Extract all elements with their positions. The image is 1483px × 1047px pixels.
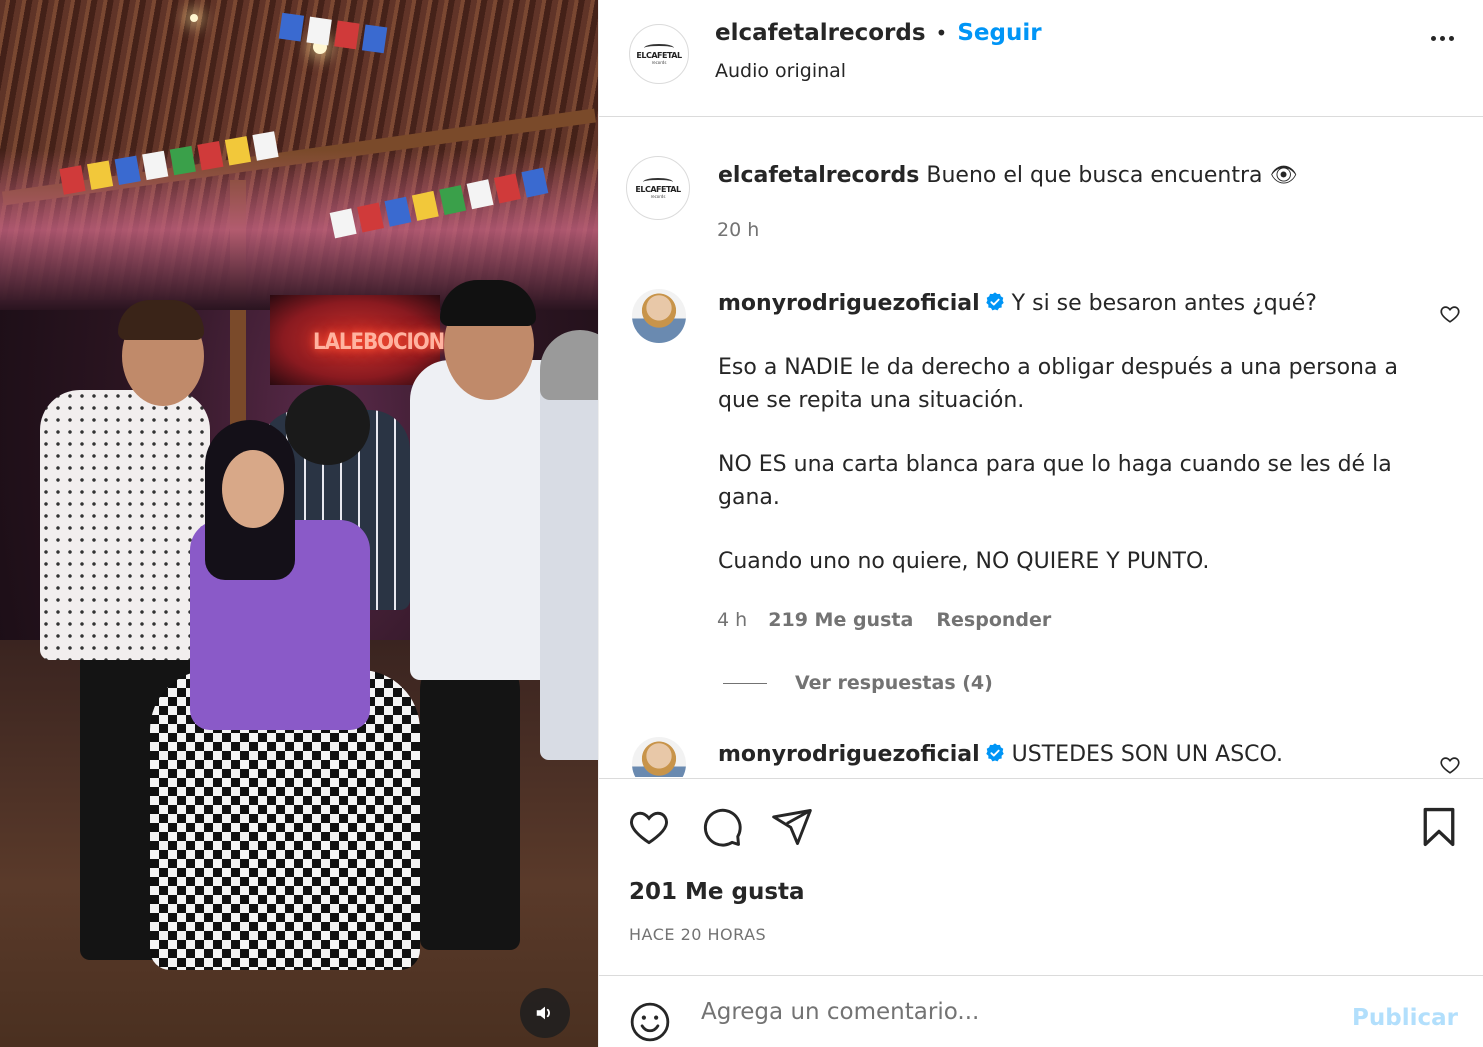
post-timestamp[interactable]: HACE 20 HORAS xyxy=(629,925,766,944)
comment: monyrodriguezoficial Y si se besaron ante… xyxy=(718,287,1408,578)
more-options-button[interactable] xyxy=(1431,36,1454,41)
post-header: ELCAFETAL records elcafetalrecords • Segui… xyxy=(599,0,1483,117)
post-details-panel: ELCAFETAL records elcafetalrecords • Segui… xyxy=(598,0,1483,1047)
more-dot-icon xyxy=(1440,36,1445,41)
comment-bubble-icon[interactable] xyxy=(700,805,744,849)
caption-time[interactable]: 20 h xyxy=(717,219,759,241)
logo-subtext: records xyxy=(651,59,667,65)
commenter-avatar[interactable] xyxy=(632,737,686,777)
logo-subtext: records xyxy=(650,193,666,199)
view-replies-button[interactable]: Ver respuestas (4) xyxy=(723,672,993,694)
share-send-icon[interactable] xyxy=(770,805,814,849)
comment-username[interactable]: monyrodriguezoficial xyxy=(718,291,980,316)
logo-text: ELCAFETAL xyxy=(635,184,681,194)
caption-text: Bueno el que busca encuentra 👁 xyxy=(926,163,1298,188)
username-link[interactable]: elcafetalrecords xyxy=(715,20,926,46)
commenter-avatar[interactable] xyxy=(632,289,686,343)
separator-dot: • xyxy=(935,21,948,45)
comment-first-line: Y si se besaron antes ¿qué? xyxy=(1011,291,1317,316)
save-bookmark-icon[interactable] xyxy=(1417,805,1461,849)
more-dot-icon xyxy=(1431,36,1436,41)
person-shirt xyxy=(40,390,210,660)
speaker-icon xyxy=(536,1006,550,1020)
logo-text: ELCAFETAL xyxy=(636,50,682,60)
more-dot-icon xyxy=(1449,36,1454,41)
verified-badge-icon xyxy=(985,292,1004,311)
person-hair xyxy=(285,385,370,465)
person-legs xyxy=(420,650,520,950)
comment-meta: 4 h 219 Me gusta Responder xyxy=(717,609,1051,631)
account-avatar[interactable]: ELCAFETAL records xyxy=(629,24,689,84)
view-replies-label: Ver respuestas (4) xyxy=(795,672,993,694)
like-heart-icon[interactable] xyxy=(627,805,671,849)
comment-username[interactable]: monyrodriguezoficial xyxy=(718,742,980,767)
comment-like-heart-icon[interactable] xyxy=(1439,303,1461,325)
caption: elcafetalrecords Bueno el que busca encu… xyxy=(718,159,1297,192)
sound-toggle-button[interactable] xyxy=(520,988,570,1038)
person-face xyxy=(222,450,284,528)
comment-paragraph: Cuando uno no quiere, NO QUIERE Y PUNTO. xyxy=(718,549,1210,574)
comment-paragraph: Eso a NADIE le da derecho a obligar desp… xyxy=(718,355,1398,413)
comments-section[interactable]: ELCAFETAL records elcafetalrecords Bueno… xyxy=(599,117,1483,777)
post-video[interactable]: LALEBOCION xyxy=(0,0,598,1047)
comment-paragraph: NO ES una carta blanca para que lo haga … xyxy=(718,452,1392,510)
neon-sign: LALEBOCION xyxy=(313,330,445,355)
caption-avatar[interactable]: ELCAFETAL records xyxy=(626,156,690,220)
comment-likes[interactable]: 219 Me gusta xyxy=(768,609,913,631)
replies-divider xyxy=(723,682,767,684)
verified-badge-icon xyxy=(985,743,1004,762)
comment-like-heart-icon[interactable] xyxy=(1439,754,1461,776)
comment-composer: Publicar xyxy=(599,975,1483,1047)
light-bulb xyxy=(190,14,198,22)
publish-button[interactable]: Publicar xyxy=(1352,1005,1458,1031)
comment-time[interactable]: 4 h xyxy=(717,609,747,631)
comment: monyrodriguezoficial USTEDES SON UN ASCO. xyxy=(718,738,1283,771)
person-hair xyxy=(118,300,204,340)
comment-input[interactable] xyxy=(699,993,1343,1031)
person-shirt xyxy=(540,360,598,760)
caption-username[interactable]: elcafetalrecords xyxy=(718,163,919,188)
follow-button[interactable]: Seguir xyxy=(957,20,1041,46)
post-actions: 201 Me gusta HACE 20 HORAS xyxy=(599,778,1483,976)
likes-count[interactable]: 201 Me gusta xyxy=(629,879,805,905)
emoji-smiley-icon[interactable] xyxy=(629,1001,671,1043)
audio-label[interactable]: Audio original xyxy=(715,60,846,82)
comment-first-line: USTEDES SON UN ASCO. xyxy=(1011,742,1283,767)
reply-button[interactable]: Responder xyxy=(936,609,1051,631)
person-cap xyxy=(540,330,598,400)
